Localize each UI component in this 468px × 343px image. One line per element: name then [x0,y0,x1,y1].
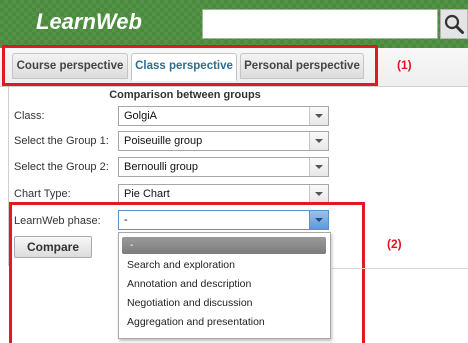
app-logo[interactable]: LearnWeb [36,9,142,35]
chevron-down-icon[interactable] [309,107,328,125]
chart-type-select-value: Pie Chart [124,188,170,200]
chart-type-label: Chart Type: [14,188,71,200]
chevron-down-icon[interactable] [309,132,328,150]
magnifier-icon [444,14,464,34]
class-label: Class: [14,110,45,122]
chevron-down-icon[interactable] [309,185,328,203]
chart-type-select[interactable]: Pie Chart [118,184,329,204]
search-button[interactable] [440,9,468,39]
class-select[interactable]: GolgiA [118,106,329,126]
group2-select-value: Bernoulli group [124,161,198,173]
group1-label: Select the Group 1: [14,135,109,147]
group2-select[interactable]: Bernoulli group [118,157,329,177]
search-input[interactable] [202,9,438,39]
phase-dropdown-list: - Search and exploration Annotation and … [118,232,331,339]
phase-select-value: - [124,214,128,226]
class-select-value: GolgiA [124,110,158,122]
annotation-marker-1: (1) [397,58,412,72]
app-header: LearnWeb [0,0,468,48]
dropdown-option[interactable]: Search and exploration [119,257,330,274]
chevron-down-icon[interactable] [309,158,328,176]
dropdown-option[interactable]: Negotiation and discussion [119,295,330,312]
phase-select[interactable]: - [118,210,329,230]
dropdown-option[interactable]: Annotation and description [119,276,330,293]
annotation-marker-2: (2) [387,237,402,251]
group2-label: Select the Group 2: [14,161,109,173]
dropdown-option[interactable]: - [122,237,326,254]
divider [332,268,468,269]
annotation-box-1 [2,45,378,86]
section-title: Comparison between groups [109,89,261,101]
compare-button[interactable]: Compare [14,236,92,258]
group1-select-value: Poiseuille group [124,135,203,147]
group1-select[interactable]: Poiseuille group [118,131,329,151]
dropdown-option[interactable]: Aggregation and presentation [119,314,330,331]
chevron-down-icon[interactable] [309,211,328,229]
phase-label: LearnWeb phase: [14,215,101,227]
